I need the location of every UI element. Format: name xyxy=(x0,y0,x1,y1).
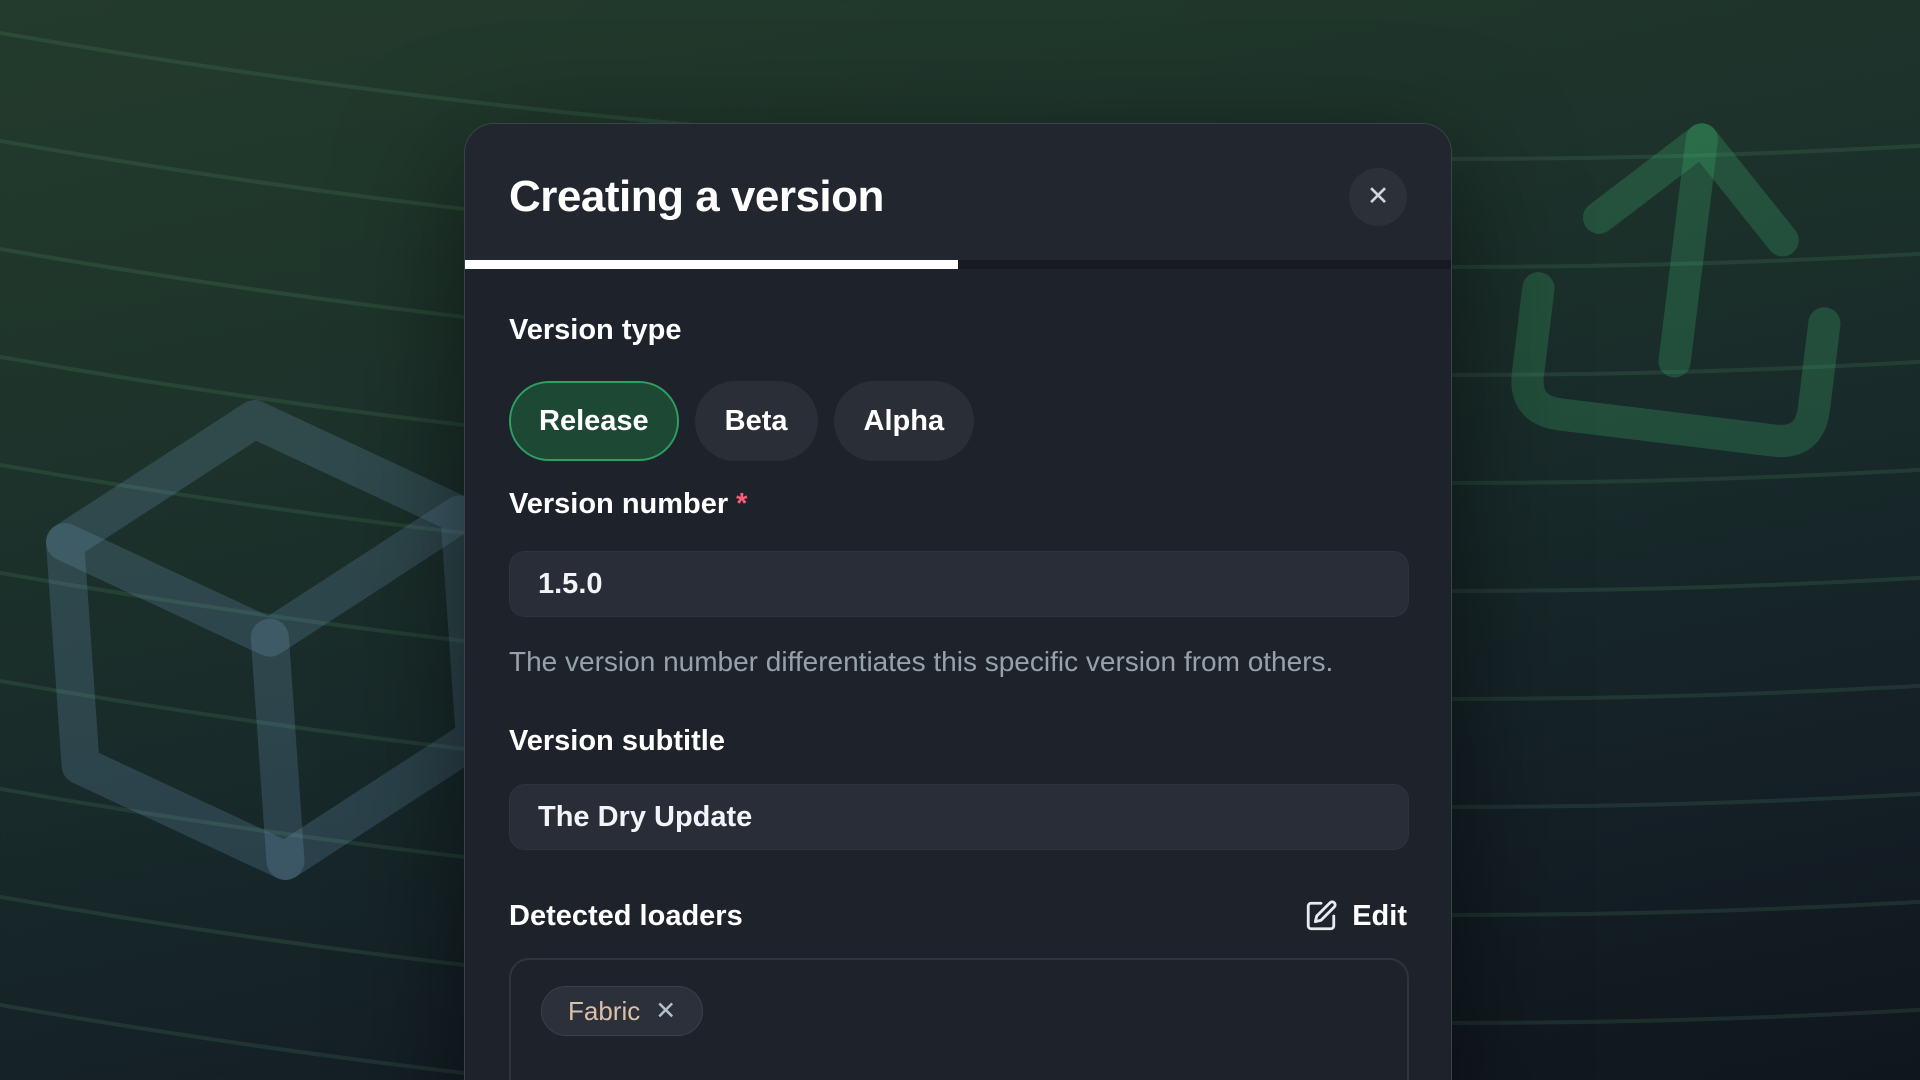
edit-icon xyxy=(1304,899,1338,933)
detected-loaders-box: Fabric ✕ xyxy=(509,958,1409,1080)
close-button[interactable]: ✕ xyxy=(1349,168,1407,226)
version-number-input[interactable] xyxy=(509,551,1409,617)
package-cube-icon xyxy=(8,374,532,907)
version-type-alpha-button[interactable]: Alpha xyxy=(834,381,975,461)
create-version-modal: Creating a version ✕ Version type Releas… xyxy=(464,123,1452,1080)
upload-arrow-icon xyxy=(1443,53,1920,532)
edit-button-label: Edit xyxy=(1352,900,1407,933)
version-subtitle-label: Version subtitle xyxy=(509,725,1407,758)
detected-loaders-header: Detected loaders Edit xyxy=(509,899,1407,933)
required-asterisk: * xyxy=(736,488,747,520)
version-subtitle-input[interactable] xyxy=(509,784,1409,850)
modal-header: Creating a version ✕ xyxy=(465,124,1451,269)
progress-bar-track xyxy=(465,260,1451,269)
version-type-beta-button[interactable]: Beta xyxy=(695,381,818,461)
version-type-options: Release Beta Alpha xyxy=(509,381,1407,461)
edit-loaders-button[interactable]: Edit xyxy=(1304,899,1407,933)
loader-chip-label: Fabric xyxy=(568,996,640,1027)
remove-loader-button[interactable]: ✕ xyxy=(655,999,676,1024)
version-type-release-button[interactable]: Release xyxy=(509,381,679,461)
version-number-label-text: Version number xyxy=(509,488,728,520)
modal-title: Creating a version xyxy=(509,172,884,222)
version-number-help-text: The version number differentiates this s… xyxy=(509,639,1399,684)
progress-fill xyxy=(465,260,958,269)
modal-body: Version type Release Beta Alpha Version … xyxy=(465,269,1451,1080)
version-type-label: Version type xyxy=(509,314,1407,347)
loader-chip-fabric: Fabric ✕ xyxy=(541,986,703,1036)
version-number-label: Version number* xyxy=(509,488,1407,521)
remove-loader-icon: ✕ xyxy=(655,997,676,1025)
close-icon: ✕ xyxy=(1367,183,1390,210)
detected-loaders-label: Detected loaders xyxy=(509,900,743,933)
